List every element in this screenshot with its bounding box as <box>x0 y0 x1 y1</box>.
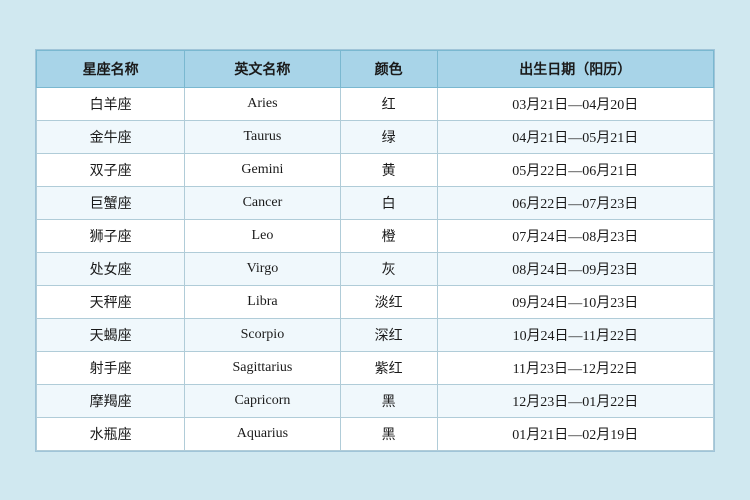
cell-7-3: 10月24日—11月22日 <box>437 318 713 351</box>
cell-0-1: Aries <box>185 87 340 120</box>
cell-2-2: 黄 <box>340 153 437 186</box>
zodiac-table-container: 星座名称英文名称颜色出生日期（阳历） 白羊座Aries红03月21日—04月20… <box>35 49 715 452</box>
cell-3-2: 白 <box>340 186 437 219</box>
cell-7-1: Scorpio <box>185 318 340 351</box>
cell-2-0: 双子座 <box>37 153 185 186</box>
cell-7-0: 天蝎座 <box>37 318 185 351</box>
cell-5-0: 处女座 <box>37 252 185 285</box>
cell-1-0: 金牛座 <box>37 120 185 153</box>
cell-9-3: 12月23日—01月22日 <box>437 384 713 417</box>
table-row: 天蝎座Scorpio深红10月24日—11月22日 <box>37 318 714 351</box>
cell-6-3: 09月24日—10月23日 <box>437 285 713 318</box>
cell-0-0: 白羊座 <box>37 87 185 120</box>
zodiac-table: 星座名称英文名称颜色出生日期（阳历） 白羊座Aries红03月21日—04月20… <box>36 50 714 451</box>
cell-0-2: 红 <box>340 87 437 120</box>
cell-5-2: 灰 <box>340 252 437 285</box>
table-row: 摩羯座Capricorn黑12月23日—01月22日 <box>37 384 714 417</box>
cell-2-1: Gemini <box>185 153 340 186</box>
cell-4-0: 狮子座 <box>37 219 185 252</box>
header-col-0: 星座名称 <box>37 50 185 87</box>
table-row: 狮子座Leo橙07月24日—08月23日 <box>37 219 714 252</box>
cell-1-3: 04月21日—05月21日 <box>437 120 713 153</box>
cell-5-3: 08月24日—09月23日 <box>437 252 713 285</box>
cell-4-1: Leo <box>185 219 340 252</box>
header-col-3: 出生日期（阳历） <box>437 50 713 87</box>
table-body: 白羊座Aries红03月21日—04月20日金牛座Taurus绿04月21日—0… <box>37 87 714 450</box>
cell-10-2: 黑 <box>340 417 437 450</box>
cell-1-1: Taurus <box>185 120 340 153</box>
cell-8-3: 11月23日—12月22日 <box>437 351 713 384</box>
cell-8-1: Sagittarius <box>185 351 340 384</box>
cell-9-1: Capricorn <box>185 384 340 417</box>
cell-3-3: 06月22日—07月23日 <box>437 186 713 219</box>
cell-10-3: 01月21日—02月19日 <box>437 417 713 450</box>
cell-3-0: 巨蟹座 <box>37 186 185 219</box>
table-row: 双子座Gemini黄05月22日—06月21日 <box>37 153 714 186</box>
cell-2-3: 05月22日—06月21日 <box>437 153 713 186</box>
cell-4-3: 07月24日—08月23日 <box>437 219 713 252</box>
table-row: 金牛座Taurus绿04月21日—05月21日 <box>37 120 714 153</box>
cell-6-0: 天秤座 <box>37 285 185 318</box>
table-row: 射手座Sagittarius紫红11月23日—12月22日 <box>37 351 714 384</box>
header-col-2: 颜色 <box>340 50 437 87</box>
cell-10-1: Aquarius <box>185 417 340 450</box>
table-row: 天秤座Libra淡红09月24日—10月23日 <box>37 285 714 318</box>
table-row: 水瓶座Aquarius黑01月21日—02月19日 <box>37 417 714 450</box>
cell-5-1: Virgo <box>185 252 340 285</box>
cell-7-2: 深红 <box>340 318 437 351</box>
table-row: 白羊座Aries红03月21日—04月20日 <box>37 87 714 120</box>
cell-3-1: Cancer <box>185 186 340 219</box>
cell-8-2: 紫红 <box>340 351 437 384</box>
table-row: 巨蟹座Cancer白06月22日—07月23日 <box>37 186 714 219</box>
cell-0-3: 03月21日—04月20日 <box>437 87 713 120</box>
header-col-1: 英文名称 <box>185 50 340 87</box>
cell-9-2: 黑 <box>340 384 437 417</box>
cell-6-2: 淡红 <box>340 285 437 318</box>
cell-10-0: 水瓶座 <box>37 417 185 450</box>
cell-8-0: 射手座 <box>37 351 185 384</box>
table-row: 处女座Virgo灰08月24日—09月23日 <box>37 252 714 285</box>
cell-6-1: Libra <box>185 285 340 318</box>
cell-9-0: 摩羯座 <box>37 384 185 417</box>
table-header-row: 星座名称英文名称颜色出生日期（阳历） <box>37 50 714 87</box>
cell-1-2: 绿 <box>340 120 437 153</box>
cell-4-2: 橙 <box>340 219 437 252</box>
